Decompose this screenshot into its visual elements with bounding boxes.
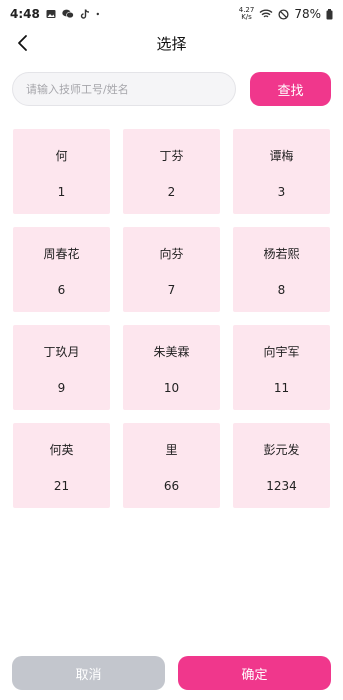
- technician-id: 11: [273, 381, 290, 395]
- technician-card[interactable]: 谭梅 3: [233, 129, 330, 214]
- technician-name: 周春花: [43, 247, 80, 261]
- technician-card[interactable]: 里 66: [123, 423, 220, 508]
- technician-card[interactable]: 彭元发 1234: [233, 423, 330, 508]
- technician-card[interactable]: 向芬 7: [123, 227, 220, 312]
- technician-name: 何: [55, 149, 68, 163]
- back-button[interactable]: [10, 30, 36, 56]
- status-right: 4.27 K/s 78%: [239, 7, 333, 21]
- technician-card[interactable]: 何1: [13, 129, 110, 214]
- status-bar: 4:48 4.27 K/s 78%: [0, 0, 343, 28]
- technician-id: 6: [57, 283, 66, 297]
- technician-card[interactable]: 朱美霖 10: [123, 325, 220, 410]
- technician-card[interactable]: 向宇军 11: [233, 325, 330, 410]
- technician-list: 何 1 丁芬 2 谭梅 3 周春花 6 向芬 7 杨若熙 8 丁玖月 9 朱美霖 10 向宇军 11 何英 21 里 66…: [0, 116, 343, 644]
- chevron-left-icon: [18, 35, 27, 51]
- search-bar: 查找: [0, 58, 343, 116]
- technician-name: 向宇军: [263, 345, 300, 359]
- dot-icon: [96, 12, 99, 16]
- technician-name: 彭元发: [263, 443, 300, 457]
- technician-grid: 何 1 丁芬 2 谭梅 3 周春花 6 向芬 7 杨若熙 8 丁玖月 9 朱美霖 10 向宇军 11 何英 21 里 66…: [13, 129, 330, 508]
- technician-name: 何英: [49, 443, 74, 457]
- footer-actions: 取消 确定: [0, 644, 343, 700]
- technician-id: 1: [57, 185, 66, 199]
- navigation-header: 选择: [0, 28, 343, 58]
- technician-card[interactable]: 杨若熙 8: [233, 227, 330, 312]
- select-technician-screen: 4:48 4.27 K/s 78% 选择 请输入技师工号/姓名 查找 何 1 丁…: [0, 0, 343, 700]
- do-not-disturb-icon: [278, 8, 289, 20]
- battery-icon: [326, 8, 333, 19]
- technician-id: 7: [167, 283, 176, 297]
- network-speed-unit: K/s: [241, 13, 252, 21]
- technician-id: 9: [57, 381, 66, 395]
- search-button[interactable]: 查找: [250, 72, 331, 106]
- technician-card[interactable]: 何英 21: [13, 423, 110, 508]
- technician-id: 21: [53, 479, 70, 493]
- technician-name: 朱美霖: [153, 345, 190, 359]
- search-input[interactable]: [12, 72, 236, 106]
- technician-id: 10: [163, 381, 180, 395]
- wechat-icon: [62, 9, 74, 19]
- tiktok-icon: [80, 9, 89, 19]
- technician-card[interactable]: 周春花 6: [13, 227, 110, 312]
- technician-name: 谭梅: [269, 149, 294, 163]
- technician-name: 丁玖月: [43, 345, 80, 359]
- battery-percent: 78%: [294, 7, 321, 21]
- technician-id: 2: [167, 185, 176, 199]
- technician-name: 丁芬: [159, 149, 184, 163]
- technician-name: 向芬: [159, 247, 184, 261]
- page-title: 选择: [156, 34, 187, 53]
- status-time: 4:48: [10, 7, 40, 21]
- technician-id: 66: [163, 479, 180, 493]
- gallery-icon: [46, 10, 56, 18]
- technician-card[interactable]: 丁芬 2: [123, 129, 220, 214]
- cancel-button[interactable]: 取消: [12, 656, 165, 690]
- technician-id: 8: [277, 283, 286, 297]
- status-left: 4:48: [10, 7, 102, 21]
- technician-card[interactable]: 丁玖月 9: [13, 325, 110, 410]
- technician-name: 里: [165, 443, 178, 457]
- technician-id: 3: [277, 185, 286, 199]
- technician-name: 杨若熙: [263, 247, 300, 261]
- technician-id: 1234: [266, 479, 297, 493]
- wifi-icon: [259, 9, 273, 18]
- confirm-button[interactable]: 确定: [178, 656, 331, 690]
- network-speed: 4.27 K/s: [239, 7, 255, 21]
